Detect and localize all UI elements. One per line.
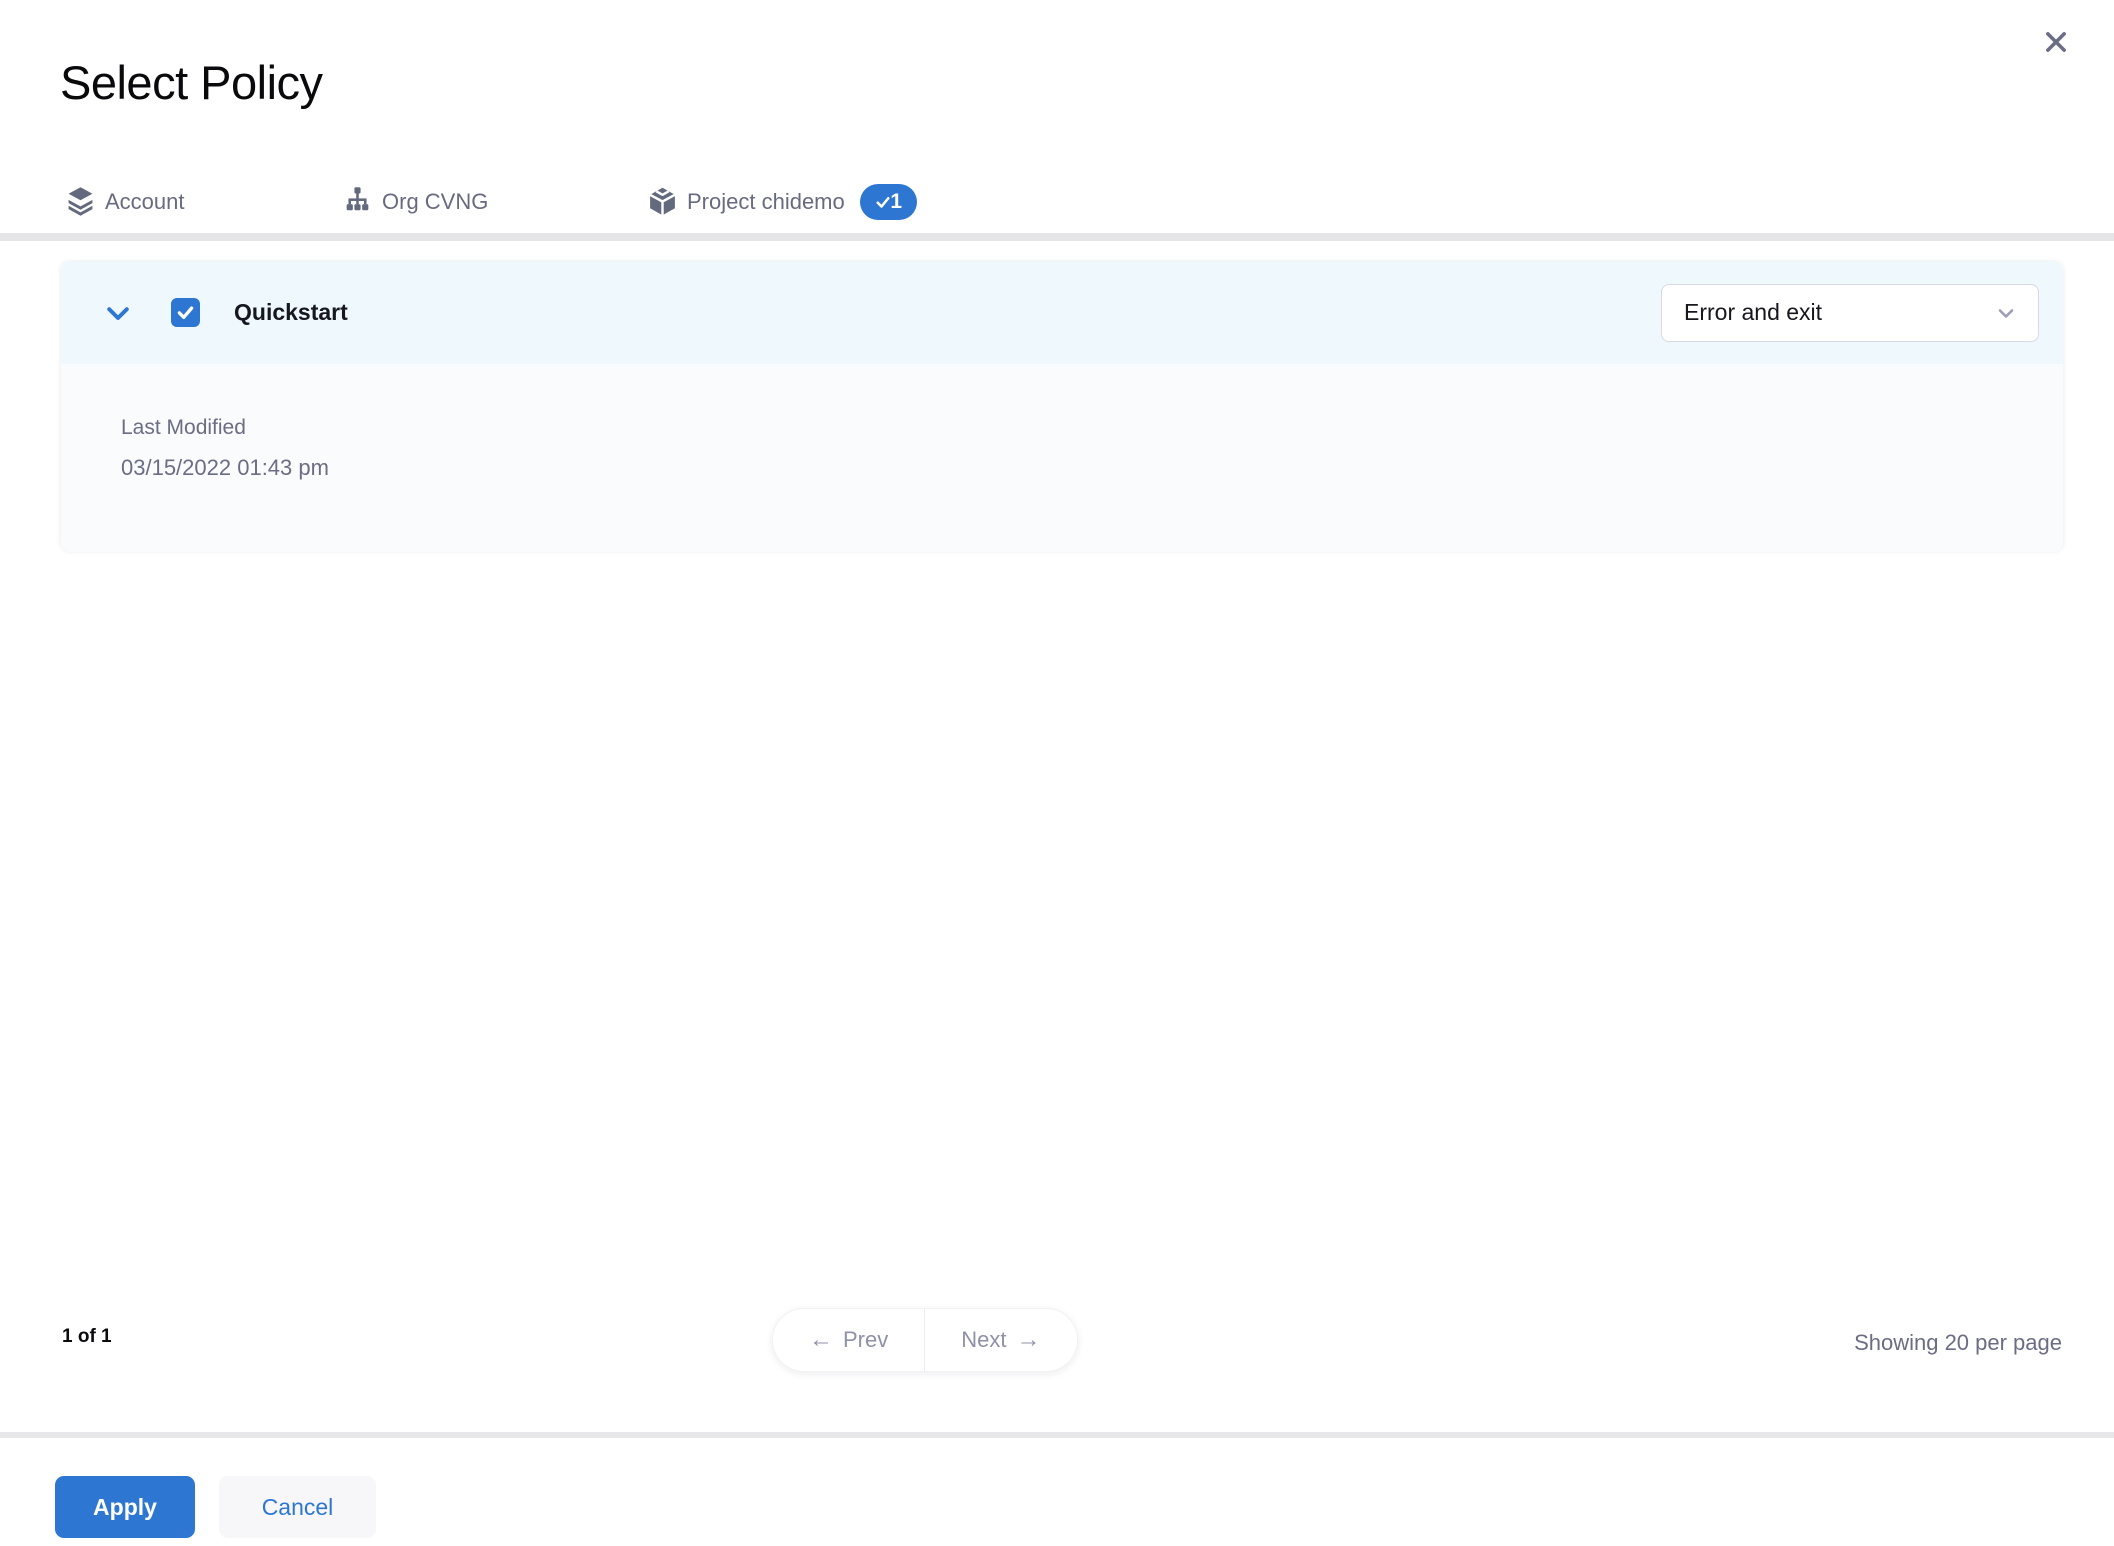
last-modified-value: 03/15/2022 01:43 pm xyxy=(121,455,329,480)
tab-account[interactable]: Account xyxy=(65,170,185,240)
right-arrow-icon: → xyxy=(1016,1326,1041,1353)
apply-button[interactable]: Apply xyxy=(55,1476,195,1538)
policy-checkbox[interactable] xyxy=(171,298,200,327)
prev-label: Prev xyxy=(843,1327,889,1352)
tab-label-account: Account xyxy=(105,188,185,214)
tab-label-org: Org CVNG xyxy=(382,188,489,214)
badge-count: 1 xyxy=(890,189,903,213)
prev-button[interactable]: ← Prev xyxy=(773,1309,925,1371)
policy-name: Quickstart xyxy=(234,299,348,325)
policy-action-select[interactable]: Error and exit xyxy=(1661,283,2039,342)
tabs-divider xyxy=(0,233,2114,241)
page-count: 1 of 1 xyxy=(62,1326,112,1347)
page-title: Select Policy xyxy=(60,56,323,109)
policy-row: Quickstart Error and exit xyxy=(61,261,2063,364)
tab-label-project: Project chidemo xyxy=(687,188,845,214)
policy-card: Quickstart Error and exit Last Modified … xyxy=(60,260,2064,552)
expand-chevron-down-icon[interactable] xyxy=(101,296,135,330)
left-arrow-icon: ← xyxy=(809,1326,833,1353)
pagination-pill: ← Prev Next → xyxy=(772,1308,1078,1372)
tab-project-chidemo[interactable]: Project chidemo 1 xyxy=(640,170,974,240)
policy-details: Last Modified 03/15/2022 01:43 pm xyxy=(61,364,2063,552)
selected-count-badge: 1 xyxy=(859,183,917,220)
cube-icon xyxy=(647,186,678,217)
layers-icon xyxy=(65,186,96,217)
org-chart-icon xyxy=(342,186,373,217)
close-icon[interactable] xyxy=(2038,24,2074,60)
next-button[interactable]: Next → xyxy=(925,1309,1077,1371)
footer-divider xyxy=(0,1432,2114,1438)
cancel-button[interactable]: Cancel xyxy=(219,1476,376,1538)
select-policy-modal: Select Policy Account Org CVNG Project c… xyxy=(0,0,2114,1546)
tab-org-cvng[interactable]: Org CVNG xyxy=(342,170,488,240)
per-page-info: Showing 20 per page xyxy=(1854,1330,2062,1355)
last-modified-label: Last Modified xyxy=(121,416,246,439)
chevron-down-icon xyxy=(1994,301,2018,325)
policy-action-value: Error and exit xyxy=(1684,299,1823,325)
next-label: Next xyxy=(961,1327,1007,1352)
check-icon xyxy=(177,306,194,319)
